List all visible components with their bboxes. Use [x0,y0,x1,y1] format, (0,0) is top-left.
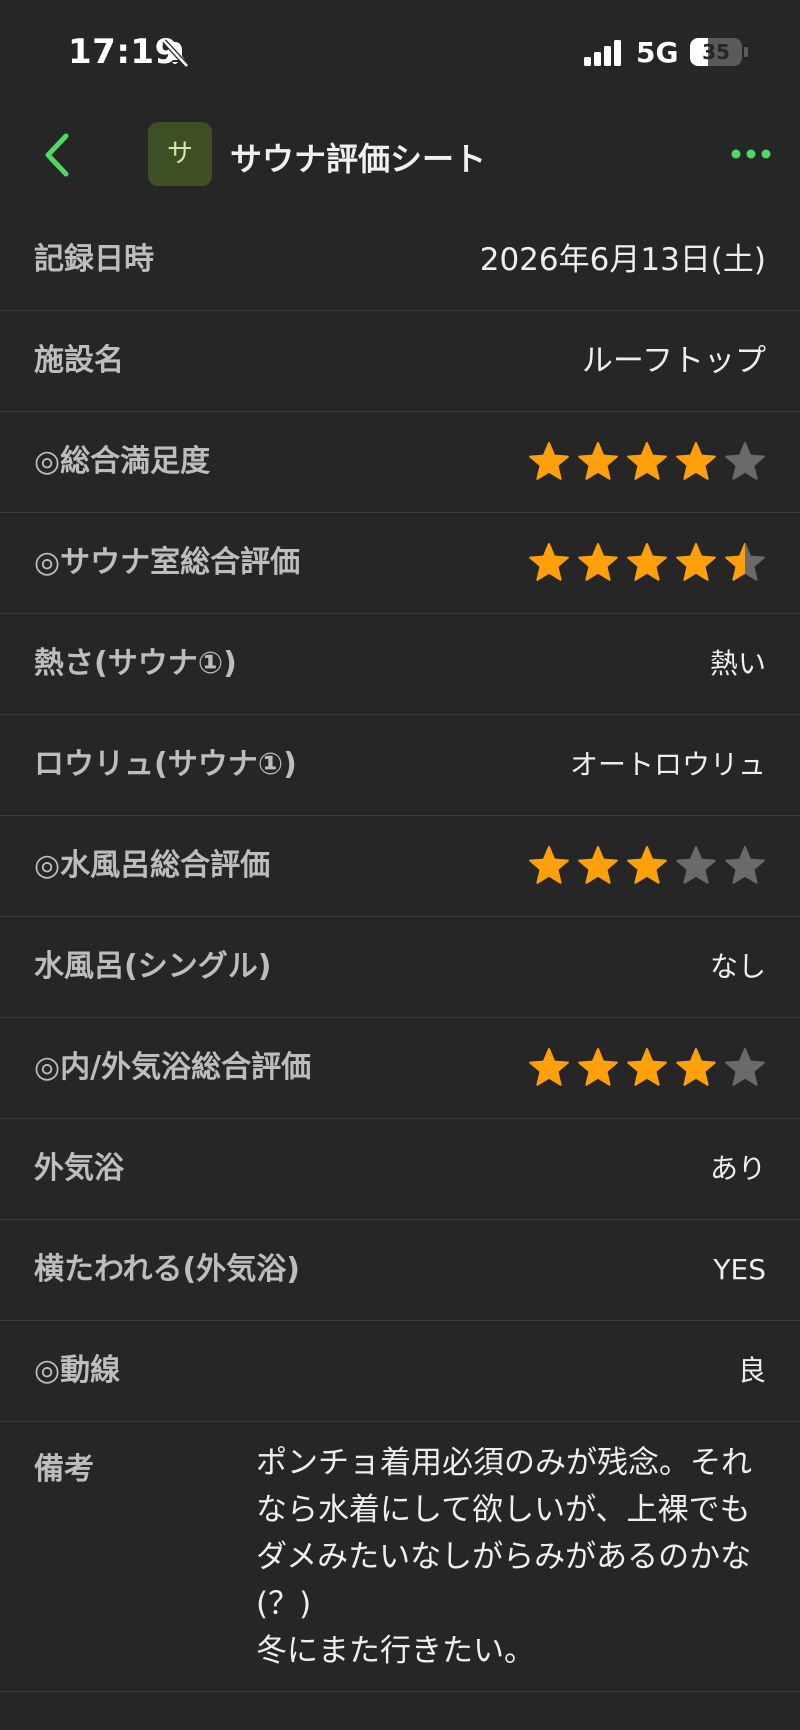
star-empty-icon [725,846,765,884]
star-empty-icon [725,442,765,480]
record-row[interactable]: 熱さ(サウナ①) 熱い [0,614,800,715]
record-row[interactable]: ロウリュ(サウナ①) オートロウリュ [0,715,800,816]
battery-level: 35 [702,40,730,64]
star-filled-icon [676,442,716,480]
row-value: 熱い [709,647,766,680]
record-row[interactable]: 外気浴 あり [0,1119,800,1220]
note-label: 備考 [34,1452,94,1487]
star-filled-icon [578,1048,618,1086]
row-label: 熱さ(サウナ①) [34,646,237,681]
cellular-signal-icon [584,40,621,66]
star-half-icon [725,543,765,581]
star-filled-icon [627,846,667,884]
row-label: 横たわれる(外気浴) [34,1252,300,1287]
page-title: サウナ評価シート [230,140,487,178]
star-filled-icon [627,1048,667,1086]
row-label: ◎動線 [34,1353,121,1388]
row-value: オートロウリュ [569,748,766,781]
more-options-button[interactable] [726,134,776,174]
record-row[interactable]: 記録日時 2026年6月13日(土) [0,210,800,311]
record-row[interactable]: 水風呂(シングル) なし [0,917,800,1018]
row-label: ◎サウナ室総合評価 [34,545,301,580]
star-filled-icon [627,543,667,581]
row-label: 外気浴 [34,1151,124,1186]
star-filled-icon [627,442,667,480]
star-filled-icon [676,1048,716,1086]
star-rating [528,1047,766,1089]
row-label: ◎水風呂総合評価 [34,848,271,883]
star-filled-icon [529,846,569,884]
star-filled-icon [578,442,618,480]
star-filled-icon [676,543,716,581]
star-filled-icon [529,442,569,480]
record-row[interactable]: ◎水風呂総合評価 [0,816,800,917]
status-bar: 17:19 5G 35 [0,0,800,100]
star-empty-icon [676,846,716,884]
row-value: 2026年6月13日(土) [479,242,766,278]
row-label: ロウリュ(サウナ①) [34,747,297,782]
row-label: 施設名 [34,343,124,378]
row-label: 水風呂(シングル) [34,949,272,984]
record-row[interactable]: ◎動線 良 [0,1321,800,1422]
bell-slash-icon [162,39,189,68]
row-value: なし [709,950,766,983]
star-rating [528,845,766,887]
record-row[interactable]: ◎総合満足度 [0,412,800,513]
row-label: ◎内/外気浴総合評価 [34,1050,312,1085]
star-filled-icon [578,543,618,581]
star-rating [528,542,766,584]
network-label: 5G [636,36,679,69]
record-list: 記録日時 2026年6月13日(土) 施設名 ルーフトップ ◎総合満足度 ◎サウナ室総合評… [0,210,800,1692]
note-text: ポンチョ着用必須のみが残念。それなら水着にして欲しいが、上裸でもダメみたいなしが… [256,1445,752,1669]
star-filled-icon [529,543,569,581]
record-row[interactable]: ◎内/外気浴総合評価 [0,1018,800,1119]
record-row[interactable]: 横たわれる(外気浴) YES [0,1220,800,1321]
star-rating [528,441,766,483]
app-icon: サ [148,122,212,186]
row-value: YES [713,1253,766,1286]
star-empty-icon [725,1048,765,1086]
back-button[interactable] [36,128,86,182]
note-row[interactable]: 備考 ポンチョ着用必須のみが残念。それなら水着にして欲しいが、上裸でもダメみたいな… [0,1422,800,1692]
row-label: ◎総合満足度 [34,444,211,479]
nav-bar: サ サウナ評価シート [0,110,800,200]
row-value: 良 [737,1354,766,1387]
row-label: 記録日時 [34,242,154,277]
row-value: あり [709,1152,766,1185]
star-filled-icon [578,846,618,884]
record-row[interactable]: 施設名 ルーフトップ [0,311,800,412]
record-row[interactable]: ◎サウナ室総合評価 [0,513,800,614]
battery-icon: 35 [690,38,748,66]
row-value: ルーフトップ [581,343,766,379]
star-filled-icon [529,1048,569,1086]
